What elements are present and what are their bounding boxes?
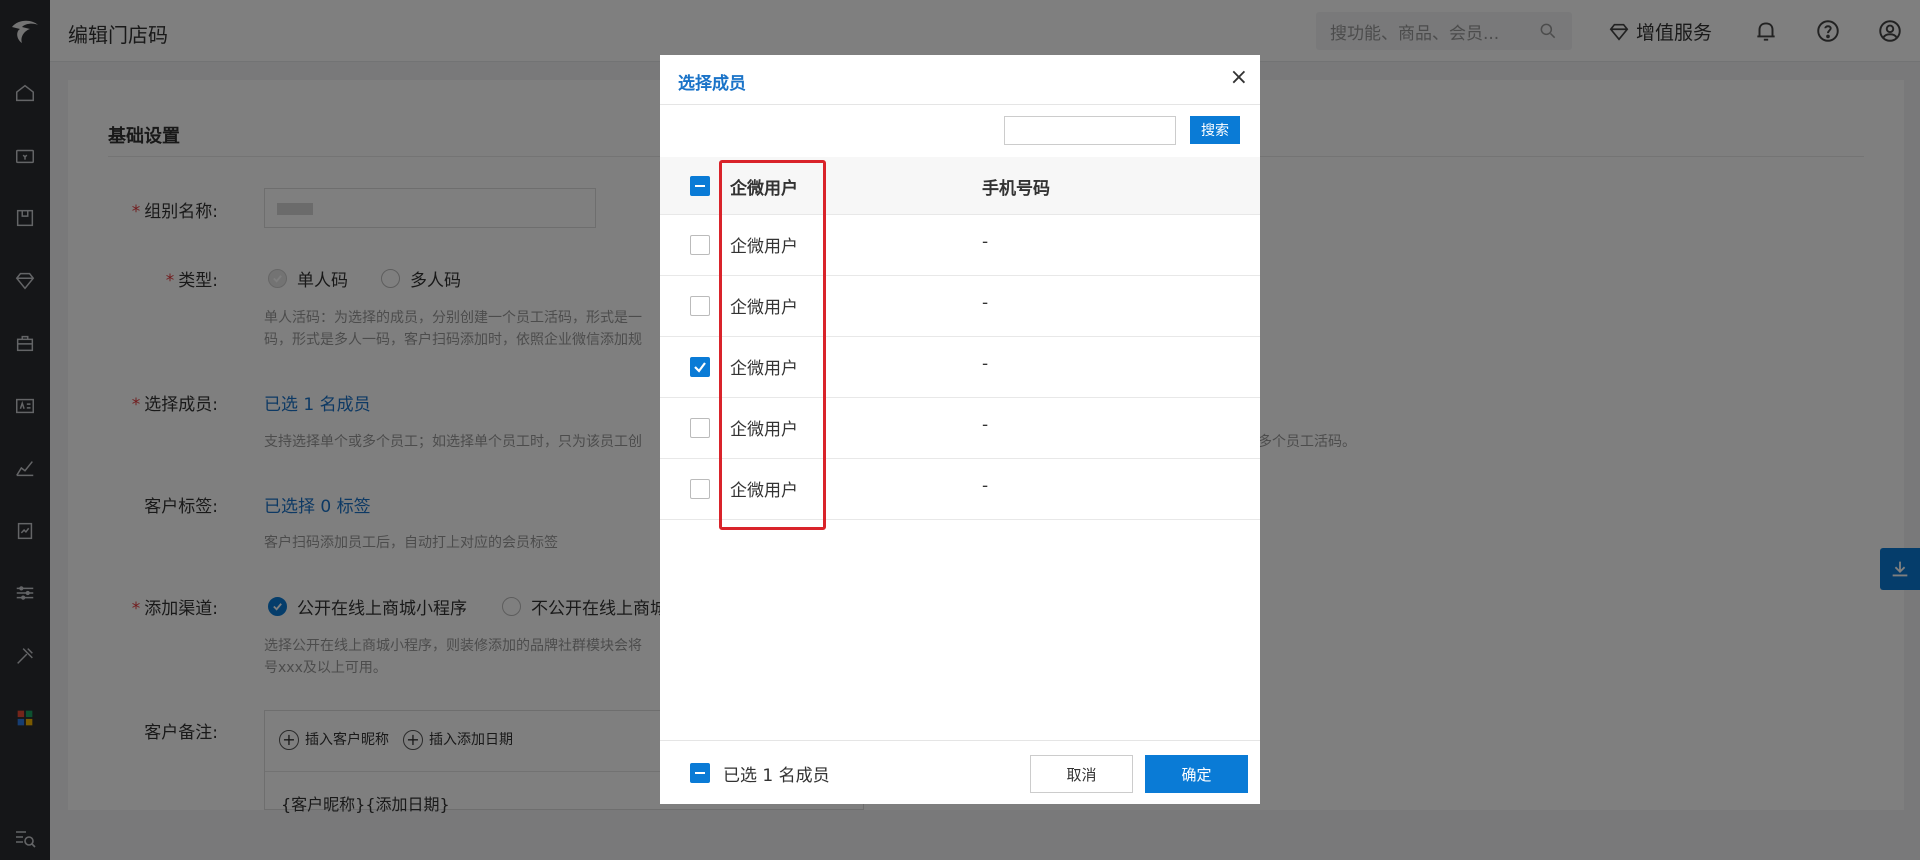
cancel-button[interactable]: 取消: [1030, 755, 1133, 793]
highlight-annotation-box: [719, 160, 826, 530]
row-phone: -: [982, 476, 989, 496]
row-phone: -: [982, 415, 989, 435]
row-phone: -: [982, 293, 989, 313]
row-phone: -: [982, 232, 989, 252]
checkmark-icon: [694, 362, 706, 373]
column-header-phone: 手机号码: [982, 179, 1050, 199]
row-checkbox[interactable]: [690, 296, 710, 316]
modal-title: 选择成员: [678, 74, 746, 94]
select-members-modal: 选择成员 × 搜索 企微用户 手机号码 企微用户 - 企微用户 - 企微用户 -…: [660, 55, 1260, 804]
select-all-checkbox[interactable]: [690, 176, 710, 196]
footer-select-checkbox[interactable]: [690, 763, 710, 783]
confirm-button[interactable]: 确定: [1145, 755, 1248, 793]
close-icon[interactable]: ×: [1230, 67, 1248, 89]
row-phone: -: [982, 354, 989, 374]
selected-count-text: 已选 1 名成员: [723, 766, 830, 786]
row-checkbox-checked[interactable]: [690, 357, 710, 377]
search-button[interactable]: 搜索: [1190, 116, 1240, 144]
row-checkbox[interactable]: [690, 235, 710, 255]
modal-footer: 已选 1 名成员 取消 确定: [660, 740, 1260, 804]
row-checkbox[interactable]: [690, 418, 710, 438]
member-search-input[interactable]: [1004, 116, 1176, 145]
row-checkbox[interactable]: [690, 479, 710, 499]
